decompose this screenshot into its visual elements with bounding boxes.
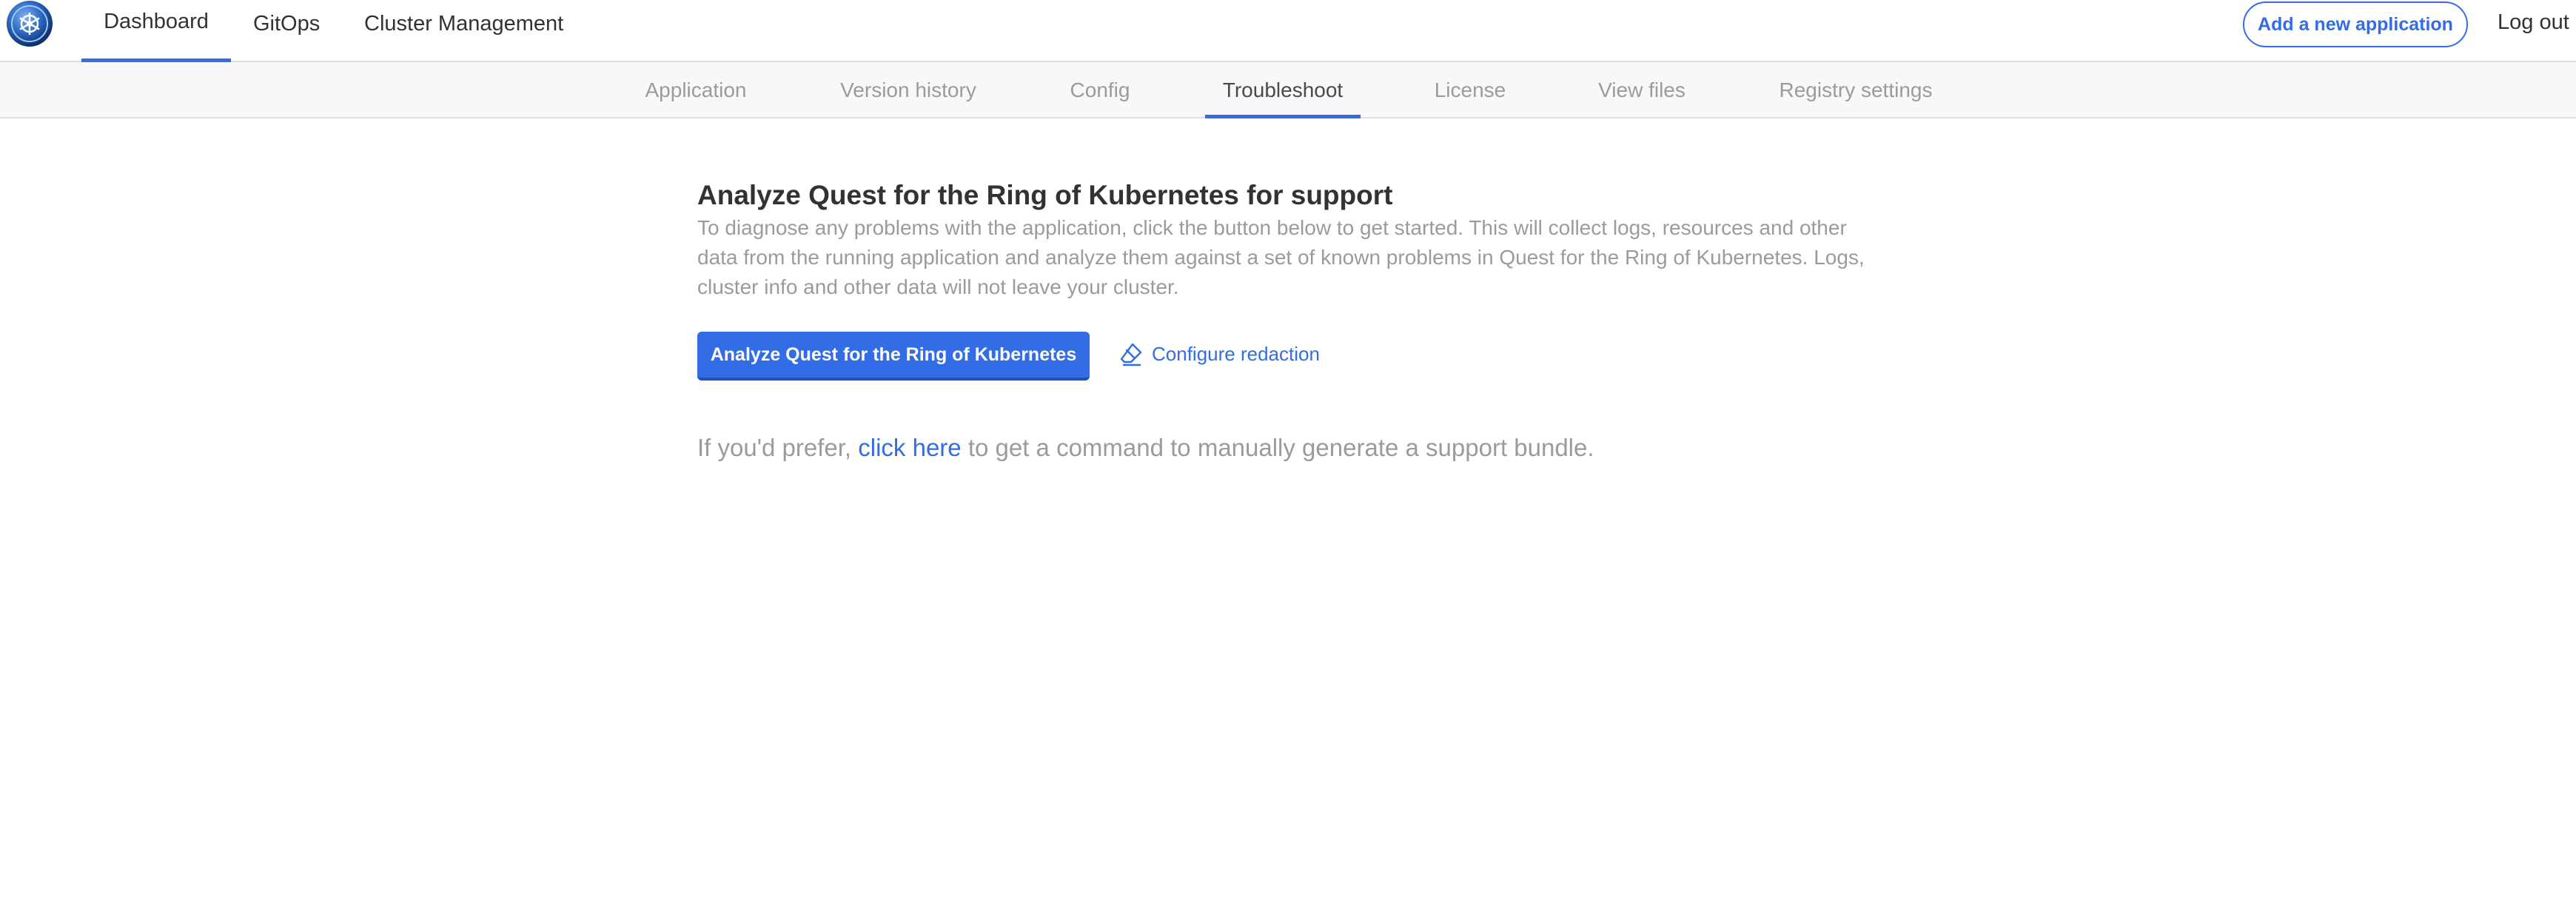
configure-redaction-label: Configure redaction: [1152, 342, 1320, 365]
add-new-application-button[interactable]: Add a new application: [2243, 1, 2468, 47]
tab-registry-settings-label: Registry settings: [1779, 78, 1933, 101]
tab-application[interactable]: Application: [635, 62, 757, 118]
page-description: To diagnose any problems with the applic…: [697, 216, 1865, 298]
action-row: Analyze Quest for the Ring of Kubernetes…: [697, 332, 1882, 381]
logout-label: Log out: [2498, 10, 2569, 34]
tab-version-history-label: Version history: [840, 78, 976, 101]
tab-troubleshoot-label: Troubleshoot: [1222, 78, 1344, 101]
kubernetes-logo-icon[interactable]: [6, 0, 53, 47]
nav-gitops-label: GitOps: [253, 11, 321, 36]
nav-gitops[interactable]: GitOps: [253, 0, 320, 62]
page-title: Analyze Quest for the Ring of Kubernetes…: [697, 180, 1393, 210]
tab-troubleshoot[interactable]: Troubleshoot: [1205, 62, 1361, 118]
nav-cluster-management[interactable]: Cluster Management: [364, 0, 563, 62]
top-navbar: Dashboard GitOps Cluster Management Add …: [0, 0, 2576, 62]
tab-view-files-label: View files: [1598, 78, 1686, 101]
troubleshoot-panel: Analyze Quest for the Ring of Kubernetes…: [697, 178, 1882, 462]
configure-redaction-link[interactable]: Configure redaction: [1118, 341, 1320, 367]
click-here-link[interactable]: click here: [858, 434, 961, 461]
nav-dashboard[interactable]: Dashboard: [81, 0, 231, 62]
tab-license-label: License: [1434, 78, 1506, 101]
tab-license[interactable]: License: [1424, 62, 1516, 118]
manual-prefix: If you'd prefer,: [697, 434, 859, 461]
eraser-icon: [1118, 341, 1144, 367]
manual-suffix: to get a command to manually generate a …: [961, 434, 1594, 461]
tab-config-label: Config: [1070, 78, 1130, 101]
nav-dashboard-label: Dashboard: [104, 10, 209, 33]
add-new-application-label: Add a new application: [2258, 13, 2453, 35]
tab-view-files[interactable]: View files: [1587, 62, 1697, 118]
tab-version-history[interactable]: Version history: [832, 62, 985, 118]
tab-config[interactable]: Config: [1061, 62, 1138, 118]
nav-cluster-management-label: Cluster Management: [364, 11, 564, 36]
manual-bundle-text: If you'd prefer, click here to get a com…: [697, 434, 1882, 462]
app-subnav: Application Version history Config Troub…: [0, 62, 2576, 118]
tab-registry-settings[interactable]: Registry settings: [1769, 62, 1942, 118]
logout-link[interactable]: Log out: [2498, 10, 2569, 35]
analyze-button[interactable]: Analyze Quest for the Ring of Kubernetes: [697, 332, 1090, 381]
tab-application-label: Application: [645, 78, 747, 101]
